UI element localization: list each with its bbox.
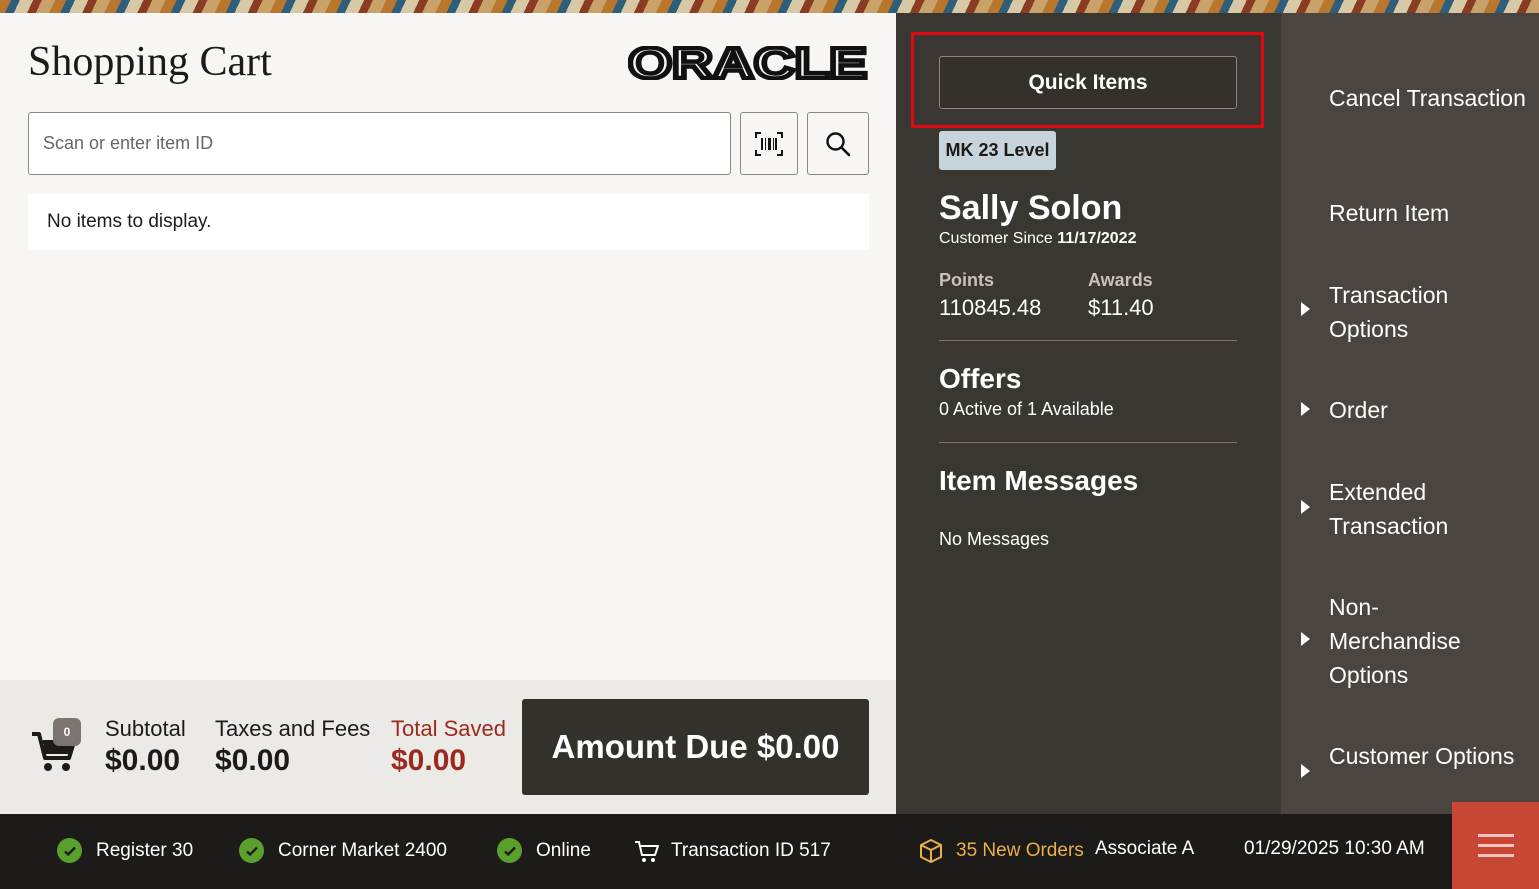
cart-icon [635, 841, 659, 862]
total-saved: Total Saved $0.00 [391, 716, 506, 778]
shopping-cart-panel: Shopping Cart ORACLE No items to display… [0, 13, 896, 680]
new-orders-link[interactable]: 35 New Orders [956, 840, 1084, 862]
customer-since: Customer Since 11/17/2022 [939, 230, 1136, 248]
transaction-menu: Cancel Transaction Return Item Transacti… [1281, 13, 1539, 814]
subtotal-value: $0.00 [105, 744, 181, 777]
status-orders: 35 New Orders [919, 838, 1084, 864]
decorative-banner [0, 0, 1539, 13]
chevron-right-icon [1301, 500, 1310, 514]
transaction-id-label: Transaction ID 517 [671, 840, 831, 861]
status-bar: Register 30 Corner Market 2400 Online Tr… [0, 802, 1539, 889]
awards-stat: Awards $11.40 [1088, 270, 1154, 321]
hamburger-icon [1477, 834, 1514, 837]
customer-panel: Quick Items MK 23 Level Sally Solon Cust… [896, 13, 1281, 814]
oracle-logo-text: ORACLE [628, 46, 867, 80]
status-register: Register 30 [57, 838, 193, 863]
hamburger-icon [1477, 854, 1514, 857]
page-title: Shopping Cart [28, 39, 272, 85]
subtotal-label: Subtotal [105, 716, 186, 741]
menu-customer-options[interactable]: Customer Options [1329, 739, 1529, 773]
taxes-and-fees: Taxes and Fees $0.00 [215, 716, 370, 778]
menu-cancel-transaction[interactable]: Cancel Transaction [1329, 81, 1529, 115]
saved-label: Total Saved [391, 716, 506, 741]
customer-name[interactable]: Sally Solon [939, 189, 1122, 228]
points-value: 110845.48 [939, 295, 1042, 320]
check-circle-icon [239, 838, 264, 863]
item-messages-title: Item Messages [939, 465, 1139, 496]
search-button[interactable] [807, 112, 869, 175]
chevron-right-icon [1301, 402, 1310, 416]
status-datetime: 01/29/2025 10:30 AM [1244, 838, 1425, 859]
package-icon [920, 839, 942, 863]
status-store: Corner Market 2400 [239, 838, 447, 863]
store-label: Corner Market 2400 [278, 839, 447, 861]
menu-transaction-options[interactable]: Transaction Options [1329, 278, 1529, 346]
check-circle-icon [497, 838, 522, 863]
divider [939, 442, 1237, 443]
chevron-right-icon [1301, 632, 1310, 646]
register-label: Register 30 [96, 839, 194, 861]
points-label: Points [939, 270, 995, 290]
check-circle-icon [57, 838, 82, 863]
status-transaction: Transaction ID 517 [634, 838, 831, 864]
offers-summary: 0 Active of 1 Available [939, 399, 1114, 419]
offers-title[interactable]: Offers [939, 363, 1021, 395]
main-menu-button[interactable] [1452, 802, 1539, 889]
divider [939, 340, 1237, 341]
customer-since-label: Customer Since [939, 230, 1053, 247]
barcode-scan-icon [755, 131, 783, 156]
status-associate: Associate A [1095, 838, 1195, 859]
subtotal: Subtotal $0.00 [105, 716, 186, 778]
item-search-input[interactable] [28, 112, 731, 175]
customer-since-date: 11/17/2022 [1057, 230, 1137, 247]
cart-count-badge: 0 [53, 718, 81, 746]
menu-non-merchandise-options[interactable]: Non-Merchandise Options [1329, 590, 1489, 692]
cart-summary: 0 [30, 718, 84, 778]
points-stat: Points 110845.48 [939, 270, 1041, 321]
hamburger-icon [1477, 844, 1514, 847]
search-icon [826, 131, 851, 156]
scan-barcode-button[interactable] [740, 112, 798, 175]
connection-label: Online [536, 839, 591, 861]
menu-extended-transaction[interactable]: Extended Transaction [1329, 475, 1529, 543]
customer-level-badge: MK 23 Level [939, 131, 1056, 170]
oracle-logo: ORACLE [628, 46, 869, 80]
taxes-label: Taxes and Fees [215, 716, 371, 741]
taxes-value: $0.00 [215, 744, 291, 777]
saved-value: $0.00 [391, 744, 467, 777]
status-connection: Online [497, 838, 591, 863]
totals-bar: 0 Subtotal $0.00 Taxes and Fees $0.00 To… [0, 680, 896, 814]
menu-order[interactable]: Order [1329, 393, 1529, 427]
quick-items-button[interactable]: Quick Items [939, 56, 1237, 109]
menu-return-item[interactable]: Return Item [1329, 196, 1529, 230]
amount-due-button[interactable]: Amount Due $0.00 [522, 699, 869, 795]
chevron-right-icon [1301, 302, 1310, 316]
awards-label: Awards [1088, 270, 1153, 290]
chevron-right-icon [1301, 764, 1310, 778]
cart-empty-message: No items to display. [28, 194, 869, 250]
item-messages-text: No Messages [939, 529, 1050, 549]
awards-value: $11.40 [1088, 295, 1154, 320]
